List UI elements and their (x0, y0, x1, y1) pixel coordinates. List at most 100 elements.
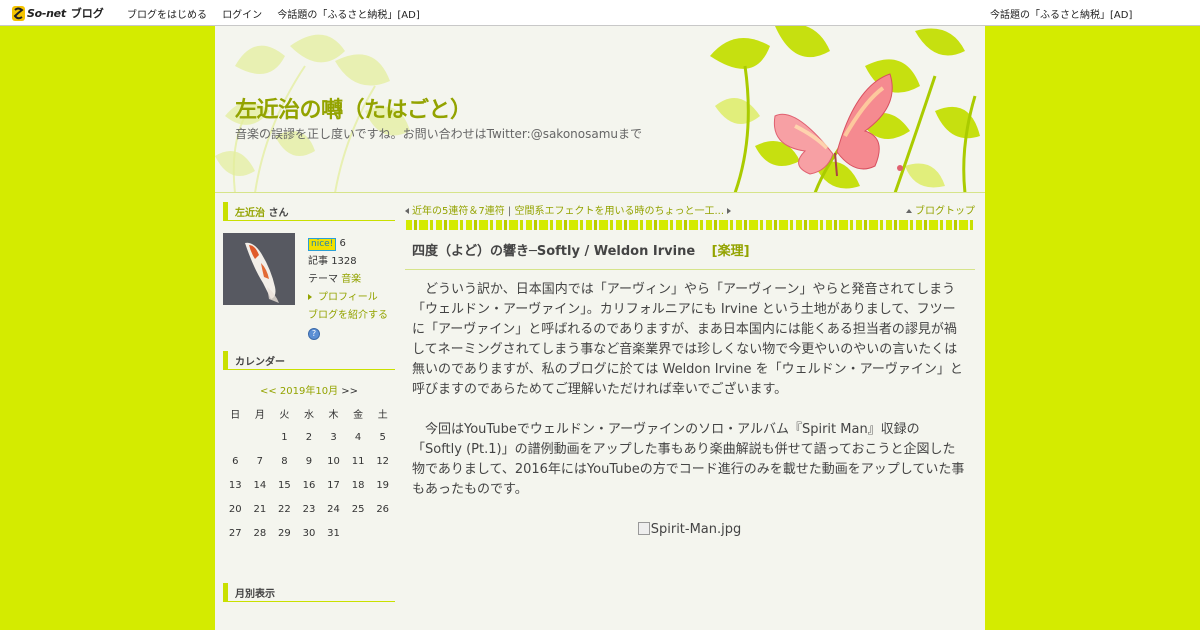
nav-separator: | (507, 206, 512, 217)
next-entry-link[interactable]: 空間系エフェクトを用いる時のちょっと一工... (514, 206, 724, 217)
broken-image-icon (637, 522, 650, 535)
calendar-day: 5 (379, 431, 386, 443)
calendar-day: 29 (278, 527, 291, 539)
calendar-day: 20 (228, 503, 242, 515)
blog-container: 左近治の囀（たはごと） 音楽の誤謬を正し度いですね。お問い合わせはTwitter… (215, 26, 985, 630)
calendar-day: 30 (302, 527, 316, 539)
furusato-ad-link-right[interactable]: 今話題の「ふるさと納税」[AD] (990, 6, 1132, 21)
weekday-cell: 土 (377, 409, 388, 421)
calendar-day: 13 (228, 479, 242, 491)
introduce-blog-link[interactable]: ブログを紹介する (308, 310, 388, 321)
calendar-month[interactable]: 2019年10月 (280, 386, 338, 397)
calendar-day: 12 (376, 455, 390, 467)
calendar-day: 31 (327, 527, 340, 539)
calendar-day: 28 (253, 527, 267, 539)
calendar-day: 22 (278, 503, 291, 515)
weekday-cell: 日 (230, 409, 241, 421)
arrow-right-icon (308, 294, 312, 300)
calendar-day: 17 (327, 479, 340, 491)
entry-nav-right: ブログトップ (906, 202, 975, 217)
calendar-day: 24 (327, 503, 340, 515)
blog-header: 左近治の囀（たはごと） 音楽の誤謬を正し度いですね。お問い合わせはTwitter… (215, 26, 985, 193)
decorative-stripe (406, 220, 975, 230)
profile-name[interactable]: 左近治 (235, 208, 265, 219)
calendar-week-row: 13 14 15 16 17 18 19 (223, 473, 395, 497)
calendar-day (248, 425, 273, 449)
calendar-day: 9 (305, 455, 313, 467)
profile-box: nice! 6 記事 1328 テーマ 音楽 プロフィール ブログを紹介する ? (223, 221, 395, 351)
articles-count: 1328 (331, 256, 357, 267)
calendar-day: 10 (327, 455, 340, 467)
calendar-nav: << 2019年10月 >> (223, 382, 395, 397)
weekday-cell: 月 (254, 409, 265, 421)
prev-entry-link[interactable]: 近年の5連符＆7連符 (412, 206, 505, 217)
calendar-day: 16 (302, 479, 316, 491)
sonet-blog-logo[interactable]: So-net ブログ (12, 4, 104, 22)
calendar-day: 4 (354, 431, 362, 443)
calendar-day: 18 (351, 479, 365, 491)
profile-info: nice! 6 記事 1328 テーマ 音楽 プロフィール ブログを紹介する ? (308, 235, 388, 343)
calendar-day: 2 (305, 431, 313, 443)
nice-count: 6 (339, 238, 346, 249)
top-bar: So-net ブログ ブログをはじめる ログイン 今話題の「ふるさと納税」[AD… (0, 0, 1200, 26)
arrow-right-icon (727, 208, 732, 214)
calendar-day (223, 425, 248, 449)
furusato-ad-link[interactable]: 今話題の「ふるさと納税」[AD] (277, 10, 419, 21)
calendar-day: 19 (376, 479, 390, 491)
calendar-day: 27 (228, 527, 242, 539)
nice-badge[interactable]: nice! (308, 238, 337, 251)
entry-category-link[interactable]: [楽理] (712, 244, 750, 259)
calendar-prev-link[interactable]: << (260, 386, 277, 397)
calendar-day: 11 (351, 455, 365, 467)
calendar-day: 8 (281, 455, 288, 467)
weekday-cell: 木 (328, 409, 339, 421)
calendar-day: 23 (302, 503, 316, 515)
calendar-day: 15 (278, 479, 291, 491)
profile-suffix: さん (265, 208, 289, 219)
calendar-day: 25 (351, 503, 365, 515)
entry-paragraph: どういう訳か、日本国内では「アーヴィン」やら「アーヴィーン」やらと発音されてしま… (412, 282, 963, 397)
calendar-next-link[interactable]: >> (341, 386, 358, 397)
calendar-day: 21 (253, 503, 267, 515)
calendar-heading: カレンダー (223, 351, 395, 370)
login-link[interactable]: ログイン (222, 10, 262, 21)
entry-body: どういう訳か、日本国内では「アーヴィン」やら「アーヴィーン」やらと発音されてしま… (405, 270, 975, 540)
arrow-left-icon (405, 208, 409, 214)
avatar[interactable] (223, 233, 295, 305)
logo-blog-text: ブログ (70, 7, 104, 20)
image-alt-text: Spirit-Man.jpg (650, 522, 742, 537)
monthly-archive-heading: 月別表示 (223, 583, 395, 602)
calendar-table: 日 月 火 水 木 金 土 1 2 3 4 5 6 7 8 9 10 11 12… (223, 401, 395, 545)
calendar-day: 14 (253, 479, 267, 491)
blog-description: 音楽の誤謬を正し度いですね。お問い合わせはTwitter:@sakonosamu… (235, 127, 643, 141)
calendar-day: 3 (330, 431, 337, 443)
calendar-day: 1 (281, 431, 288, 443)
profile-link[interactable]: プロフィール (318, 292, 378, 303)
logo-text: So-net (27, 6, 66, 20)
calendar-day: 6 (232, 455, 239, 467)
weekday-cell: 火 (279, 409, 290, 421)
entry-nav-left: 近年の5連符＆7連符 | 空間系エフェクトを用いる時のちょっと一工... (405, 202, 732, 217)
blog-title[interactable]: 左近治の囀（たはごと） (235, 92, 472, 124)
weekday-cell: 金 (353, 409, 364, 421)
theme-link[interactable]: 音楽 (341, 274, 361, 285)
help-icon[interactable]: ? (308, 328, 320, 340)
calendar-week-row: 27 28 29 30 31 (223, 521, 395, 545)
calendar-day (370, 521, 395, 545)
calendar-weekday-row: 日 月 火 水 木 金 土 (223, 401, 395, 425)
calendar-week-row: 20 21 22 23 24 25 26 (223, 497, 395, 521)
broken-image[interactable]: Spirit-Man.jpg (412, 520, 967, 540)
articles-label: 記事 (308, 256, 328, 267)
profile-heading: 左近治 さん (223, 202, 395, 221)
weekday-cell: 水 (303, 409, 314, 421)
entry-navigation: 近年の5連符＆7連符 | 空間系エフェクトを用いる時のちょっと一工... ブログ… (405, 202, 975, 220)
main-content: 近年の5連符＆7連符 | 空間系エフェクトを用いる時のちょっと一工... ブログ… (405, 202, 975, 540)
entry-title: 四度（よど）の響き─Softly / Weldon Irvine [楽理] (405, 240, 975, 270)
calendar-day: 26 (376, 503, 390, 515)
calendar-week-row: 1 2 3 4 5 (223, 425, 395, 449)
theme-label: テーマ (308, 274, 338, 285)
blog-top-link[interactable]: ブログトップ (915, 206, 975, 217)
calendar-day: 7 (256, 455, 264, 467)
entry-title-text[interactable]: 四度（よど）の響き─Softly / Weldon Irvine (412, 244, 695, 259)
start-blog-link[interactable]: ブログをはじめる (127, 10, 207, 21)
